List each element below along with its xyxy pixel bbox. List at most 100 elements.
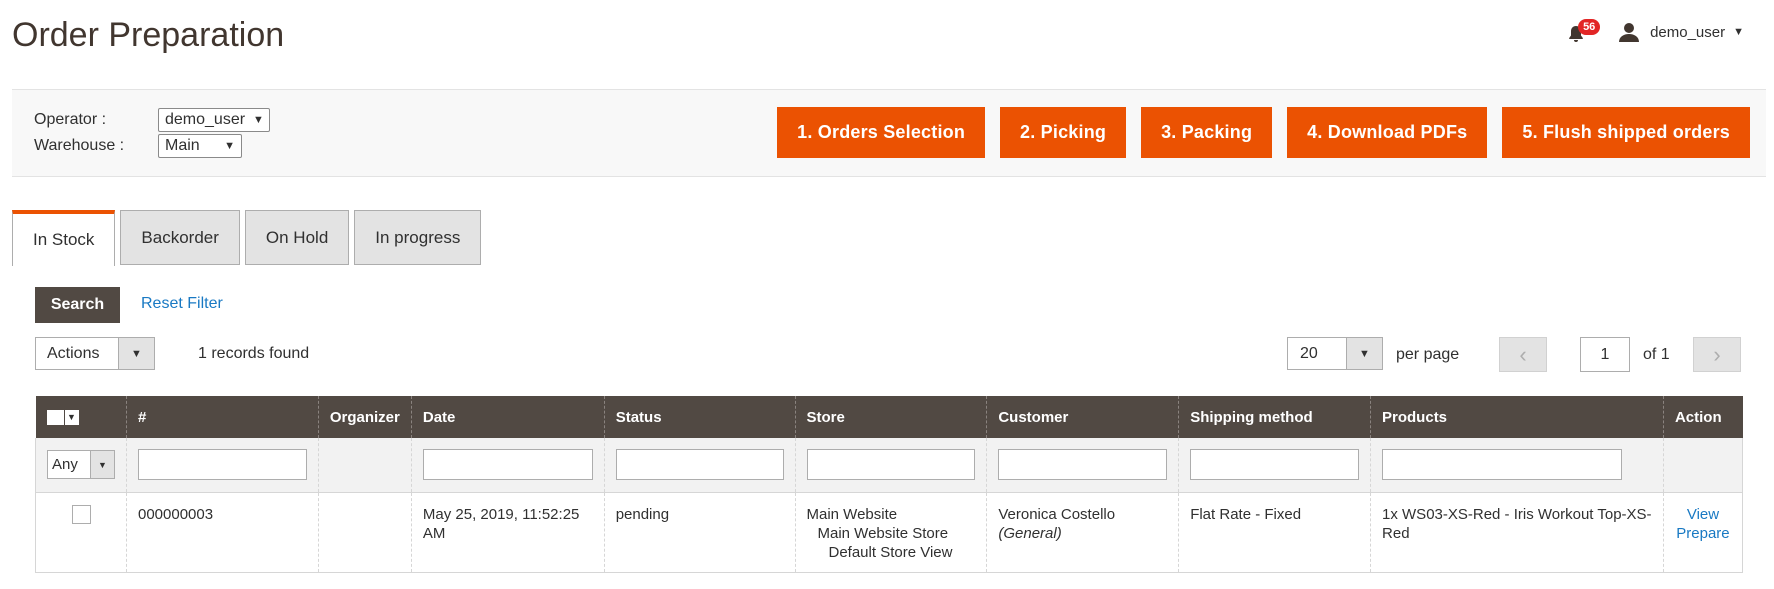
notifications-button[interactable]: 56: [1566, 19, 1601, 44]
filter-cell-products: [1370, 438, 1664, 493]
filter-cell-action: [1662, 438, 1744, 493]
chevron-down-icon: ▼: [1346, 338, 1382, 369]
next-page-button[interactable]: ›: [1693, 337, 1741, 372]
column-mass-select[interactable]: ▼: [35, 396, 127, 438]
filter-number-input[interactable]: [138, 449, 307, 481]
column-date[interactable]: Date: [410, 396, 605, 438]
filter-cell-customer: [986, 438, 1179, 493]
packing-button[interactable]: 3. Packing: [1141, 107, 1273, 158]
filter-cell-shipping: [1178, 438, 1371, 493]
warehouse-value: Main: [165, 137, 200, 154]
order-actions: View Prepare: [1662, 492, 1744, 573]
order-customer: Veronica Costello (General): [986, 492, 1179, 573]
view-link[interactable]: View: [1675, 505, 1731, 524]
filter-cell-store: [794, 438, 987, 493]
actions-label: Actions: [47, 345, 100, 362]
download-pdfs-button[interactable]: 4. Download PDFs: [1287, 107, 1488, 158]
per-page-label: per page: [1396, 346, 1460, 363]
filter-cell-select: Any ▼: [35, 438, 127, 493]
any-select[interactable]: Any ▼: [47, 450, 115, 480]
chevron-down-icon: ▼: [224, 140, 235, 152]
column-status[interactable]: Status: [603, 396, 795, 438]
chevron-down-icon: ▼: [90, 451, 114, 479]
step-buttons: 1. Orders Selection 2. Picking 3. Packin…: [762, 107, 1750, 158]
row-checkbox[interactable]: [71, 504, 91, 524]
customer-name: Veronica Costello: [998, 505, 1116, 523]
column-organizer[interactable]: Organizer: [317, 396, 412, 438]
tab-in-stock[interactable]: In Stock: [12, 210, 116, 266]
reset-filter-link[interactable]: Reset Filter: [141, 295, 223, 313]
tab-in-progress[interactable]: In progress: [354, 210, 482, 265]
warehouse-select[interactable]: Main ▼: [158, 134, 242, 158]
column-number[interactable]: #: [126, 396, 319, 438]
actions-select[interactable]: Actions ▼: [35, 337, 155, 370]
grid-header-row: ▼ # Organizer Date Status Store Customer…: [35, 396, 1743, 438]
flush-shipped-orders-button[interactable]: 5. Flush shipped orders: [1502, 107, 1750, 158]
filter-customer-input[interactable]: [998, 449, 1168, 481]
row-select-cell: [35, 492, 127, 573]
order-shipping: Flat Rate - Fixed: [1178, 492, 1371, 573]
notifications-badge: 56: [1578, 19, 1601, 35]
user-name: demo_user: [1650, 23, 1726, 41]
filter-store-input[interactable]: [806, 449, 976, 481]
orders-grid: ▼ # Organizer Date Status Store Customer…: [35, 396, 1744, 573]
filter-products-input[interactable]: [1382, 449, 1623, 481]
order-number: 000000003: [126, 492, 319, 573]
table-row: 000000003 May 25, 2019, 11:52:25 AM pend…: [35, 492, 1744, 573]
page-number-input[interactable]: 1: [1580, 337, 1630, 372]
order-status: pending: [603, 492, 795, 573]
per-page-value: 20: [1300, 345, 1318, 362]
filter-cell-number: [126, 438, 319, 493]
orders-selection-button[interactable]: 1. Orders Selection: [777, 107, 986, 158]
chevron-down-icon[interactable]: ▼: [64, 409, 79, 425]
filter-cell-status: [603, 438, 795, 493]
column-products[interactable]: Products: [1370, 396, 1664, 438]
filter-date-input[interactable]: [422, 449, 593, 481]
page-title: Order Preparation: [12, 16, 285, 54]
any-label: Any: [52, 456, 78, 474]
store-view: Default Store View: [828, 543, 953, 561]
prepare-link[interactable]: Prepare: [1675, 524, 1731, 543]
customer-group: (General): [998, 524, 1062, 542]
filter-status-input[interactable]: [615, 449, 784, 481]
filter-shipping-input[interactable]: [1190, 449, 1360, 481]
order-organizer: [317, 492, 412, 573]
operator-row: Operator : demo_user ▼: [34, 108, 270, 132]
operator-label: Operator :: [34, 111, 107, 128]
store-website: Main Website: [806, 505, 898, 523]
operator-value: demo_user: [165, 111, 246, 128]
tab-backorder[interactable]: Backorder: [120, 210, 240, 265]
order-products: 1x WS03-XS-Red - Iris Workout Top-XS-Red: [1370, 492, 1664, 573]
user-icon: [1619, 23, 1640, 42]
chevron-right-icon: ›: [1713, 341, 1721, 367]
user-menu[interactable]: demo_user ▼: [1618, 21, 1744, 43]
tab-on-hold[interactable]: On Hold: [244, 210, 350, 265]
order-store: Main Website Main Website Store Default …: [794, 492, 987, 573]
warehouse-row: Warehouse : Main ▼: [34, 134, 242, 158]
column-customer[interactable]: Customer: [986, 396, 1179, 438]
operator-select[interactable]: demo_user ▼: [158, 108, 270, 132]
store-store: Main Website Store: [817, 524, 949, 542]
chevron-down-icon: ▼: [1733, 26, 1744, 38]
column-store[interactable]: Store: [794, 396, 987, 438]
warehouse-label: Warehouse :: [34, 137, 125, 154]
column-action: Action: [1662, 396, 1743, 438]
mass-select-control[interactable]: ▼: [46, 409, 116, 425]
filter-cell-date: [410, 438, 605, 493]
chevron-down-icon: ▼: [253, 114, 264, 126]
chevron-left-icon: ‹: [1519, 341, 1527, 367]
per-page-select[interactable]: 20 ▼: [1287, 337, 1383, 370]
mass-select-checkbox[interactable]: [46, 409, 64, 425]
header-actions: 56 demo_user ▼: [1566, 19, 1744, 44]
grid-filter-row: Any ▼: [35, 438, 1744, 493]
column-shipping-method[interactable]: Shipping method: [1178, 396, 1371, 438]
page-total: of 1: [1643, 346, 1670, 363]
preparation-toolbar: Operator : demo_user ▼ Warehouse : Main …: [12, 89, 1766, 177]
order-tabs: In Stock Backorder On Hold In progress: [12, 210, 486, 266]
search-button[interactable]: Search: [35, 287, 120, 323]
chevron-down-icon: ▼: [118, 338, 154, 369]
order-date: May 25, 2019, 11:52:25 AM: [410, 492, 605, 573]
picking-button[interactable]: 2. Picking: [1000, 107, 1127, 158]
previous-page-button[interactable]: ‹: [1499, 337, 1547, 372]
records-count: 1 records found: [198, 345, 310, 362]
